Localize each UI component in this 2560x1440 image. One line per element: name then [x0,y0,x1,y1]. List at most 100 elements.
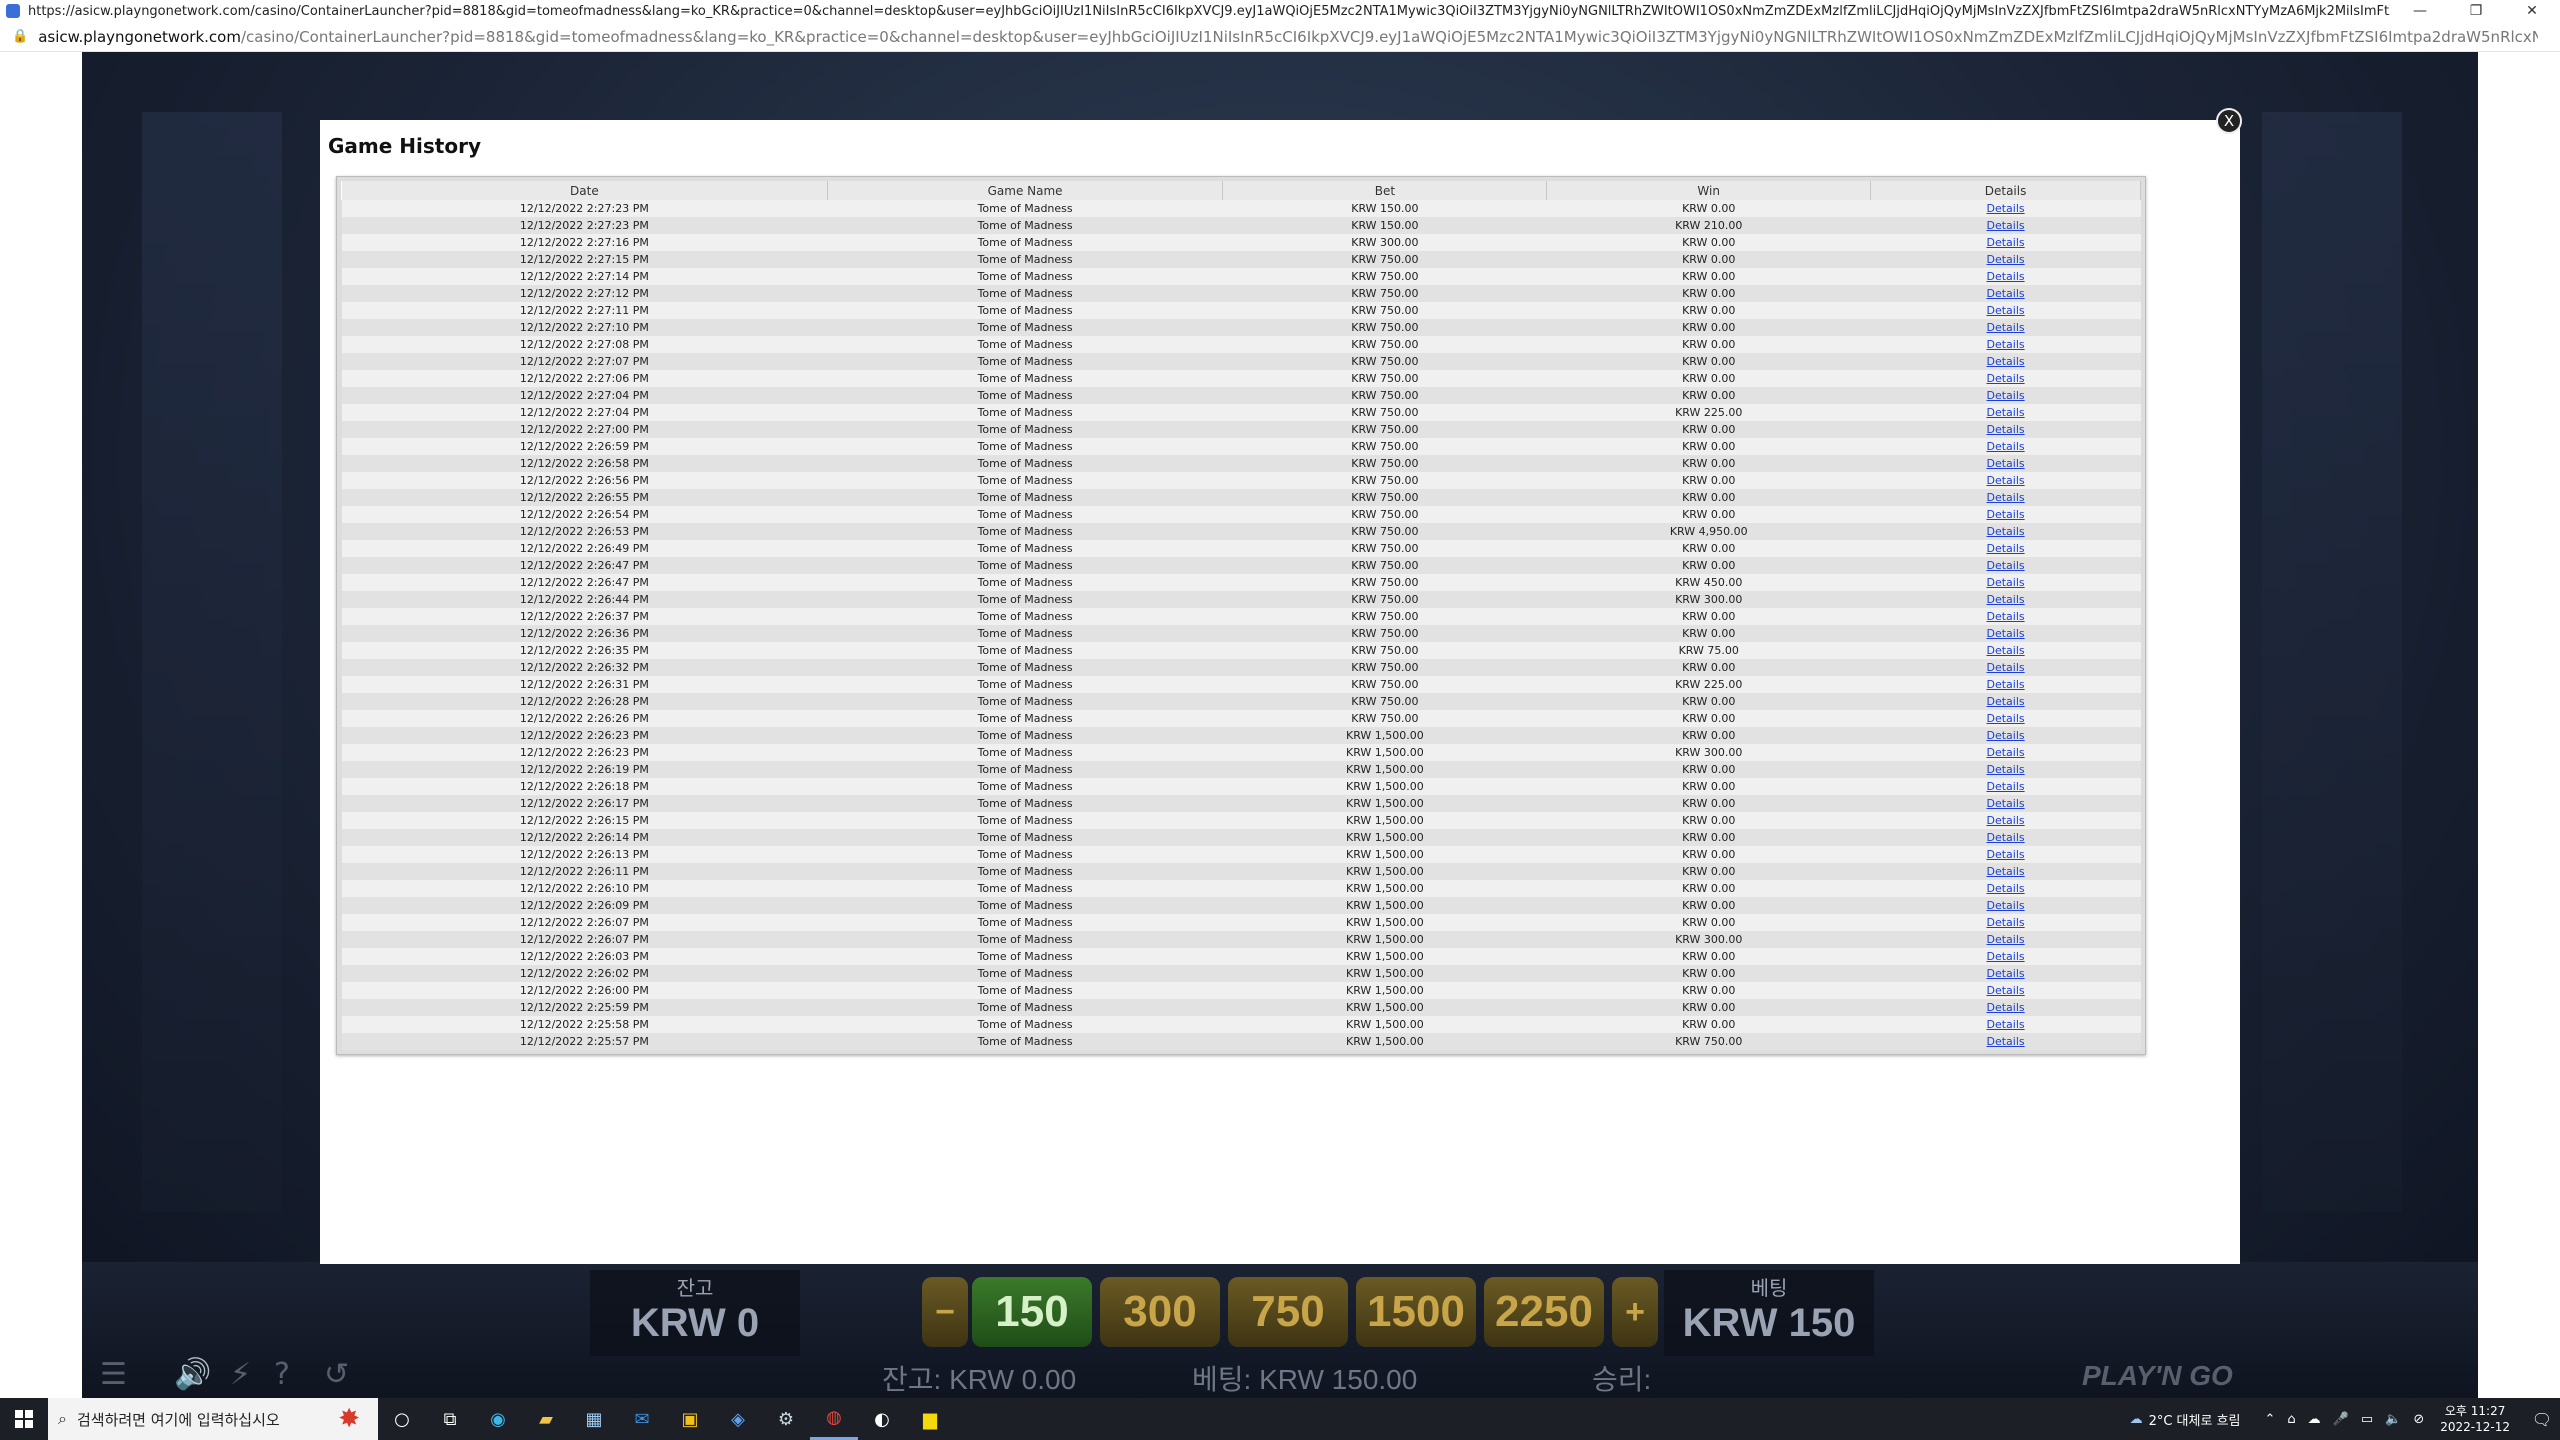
details-link[interactable]: Details [1986,270,2024,283]
details-link[interactable]: Details [1986,304,2024,317]
column-header-details[interactable]: Details [1870,181,2141,200]
details-link[interactable]: Details [1986,831,2024,844]
details-link[interactable]: Details [1986,916,2024,929]
taskbar-search[interactable]: ⌕ 검색하려면 여기에 입력하십시오 ✸ [48,1398,378,1440]
details-link[interactable]: Details [1986,899,2024,912]
details-link[interactable]: Details [1986,576,2024,589]
bet-option-750[interactable]: 750 [1228,1277,1348,1347]
bet-option-2250[interactable]: 2250 [1484,1277,1604,1347]
clock[interactable]: 오후 11:27 2022-12-12 [2440,1403,2510,1435]
details-link[interactable]: Details [1986,848,2024,861]
details-link[interactable]: Details [1986,389,2024,402]
details-link[interactable]: Details [1986,984,2024,997]
details-link[interactable]: Details [1986,423,2024,436]
details-link[interactable]: Details [1986,355,2024,368]
details-link[interactable]: Details [1986,593,2024,606]
minimize-icon[interactable]: — [2392,0,2448,22]
cortana-icon[interactable]: ○ [378,1398,426,1440]
details-link[interactable]: Details [1986,474,2024,487]
bet-plus-button[interactable]: + [1612,1277,1658,1347]
details-link[interactable]: Details [1986,933,2024,946]
address-url[interactable]: asicw.playngonetwork.com/casino/Containe… [38,28,2538,46]
column-header-win[interactable]: Win [1546,181,1872,200]
details-link[interactable]: Details [1986,950,2024,963]
display-icon[interactable]: ▭ [2361,1412,2373,1427]
details-link[interactable]: Details [1986,321,2024,334]
details-link[interactable]: Details [1986,610,2024,623]
address-path: /casino/ContainerLauncher?pid=8818&gid=t… [240,27,2539,46]
details-link[interactable]: Details [1986,1001,2024,1014]
details-link[interactable]: Details [1986,338,2024,351]
details-link[interactable]: Details [1986,712,2024,725]
notification-icon[interactable]: 🗨 [2524,1410,2560,1429]
details-link[interactable]: Details [1986,1018,2024,1031]
cell-win: KRW 0.00 [1546,557,1871,574]
details-link[interactable]: Details [1986,814,2024,827]
column-header-date[interactable]: Date [341,181,828,200]
details-link[interactable]: Details [1986,508,2024,521]
details-link[interactable]: Details [1986,457,2024,470]
cell-bet: KRW 150.00 [1222,217,1547,234]
details-link[interactable]: Details [1986,678,2024,691]
details-link[interactable]: Details [1986,729,2024,742]
details-link[interactable]: Details [1986,491,2024,504]
network-icon[interactable]: ⌂ [2287,1412,2295,1427]
bet-option-150[interactable]: 150 [972,1277,1092,1347]
steam-icon[interactable]: ⚙ [762,1398,810,1440]
details-link[interactable]: Details [1986,695,2024,708]
details-link[interactable]: Details [1986,202,2024,215]
column-header-bet[interactable]: Bet [1222,181,1548,200]
details-link[interactable]: Details [1986,797,2024,810]
details-link[interactable]: Details [1986,542,2024,555]
details-link[interactable]: Details [1986,865,2024,878]
details-link[interactable]: Details [1986,882,2024,895]
details-link[interactable]: Details [1986,525,2024,538]
column-header-game-name[interactable]: Game Name [826,181,1224,200]
details-link[interactable]: Details [1986,236,2024,249]
close-window-icon[interactable]: ✕ [2504,0,2560,22]
store-icon[interactable]: ▦ [570,1398,618,1440]
details-link[interactable]: Details [1986,661,2024,674]
details-link[interactable]: Details [1986,967,2024,980]
details-link[interactable]: Details [1986,644,2024,657]
app-icon[interactable]: ▣ [666,1398,714,1440]
address-bar[interactable]: 🔒 asicw.playngonetwork.com/casino/Contai… [0,22,2560,52]
lock-icon[interactable]: 🔒 [12,29,28,44]
details-link[interactable]: Details [1986,440,2024,453]
edge-icon[interactable]: ◉ [474,1398,522,1440]
details-link[interactable]: Details [1986,746,2024,759]
file-explorer-icon[interactable]: ▰ [522,1398,570,1440]
task-view-icon[interactable]: ⧉ [426,1398,474,1440]
cell-game-name: Tome of Madness [827,217,1223,234]
details-link[interactable]: Details [1986,287,2024,300]
mic-icon[interactable]: 🎤 [2333,1412,2349,1427]
details-link[interactable]: Details [1986,372,2024,385]
details-link[interactable]: Details [1986,253,2024,266]
github-icon[interactable]: ◐ [858,1398,906,1440]
start-button[interactable] [0,1398,48,1440]
details-link[interactable]: Details [1986,763,2024,776]
bet-option-300[interactable]: 300 [1100,1277,1220,1347]
ime-icon[interactable]: ⊘ [2413,1412,2424,1427]
details-link[interactable]: Details [1986,780,2024,793]
kakaotalk-icon[interactable]: ▆ [906,1398,954,1440]
details-link[interactable]: Details [1986,627,2024,640]
cell-details: Details [1870,659,2141,676]
mail-icon[interactable]: ✉ [618,1398,666,1440]
table-row: 12/12/2022 2:27:10 PM Tome of Madness KRW … [341,319,2141,336]
bet-minus-button[interactable]: − [922,1277,968,1347]
tray-chevron-icon[interactable]: ⌃ [2265,1412,2276,1427]
remote-icon[interactable]: ◈ [714,1398,762,1440]
details-link[interactable]: Details [1986,219,2024,232]
cell-win: KRW 0.00 [1546,999,1871,1016]
close-modal-button[interactable]: X [2216,108,2242,134]
details-link[interactable]: Details [1986,406,2024,419]
restore-icon[interactable]: ❐ [2448,0,2504,22]
weather-widget[interactable]: ☁ 2°C 대체로 흐림 [2130,1410,2241,1429]
details-link[interactable]: Details [1986,1035,2024,1048]
bet-option-1500[interactable]: 1500 [1356,1277,1476,1347]
cloud-icon[interactable]: ☁ [2308,1412,2321,1427]
chrome-icon[interactable]: ◍ [810,1398,858,1440]
volume-icon[interactable]: 🔈 [2385,1412,2401,1427]
details-link[interactable]: Details [1986,559,2024,572]
